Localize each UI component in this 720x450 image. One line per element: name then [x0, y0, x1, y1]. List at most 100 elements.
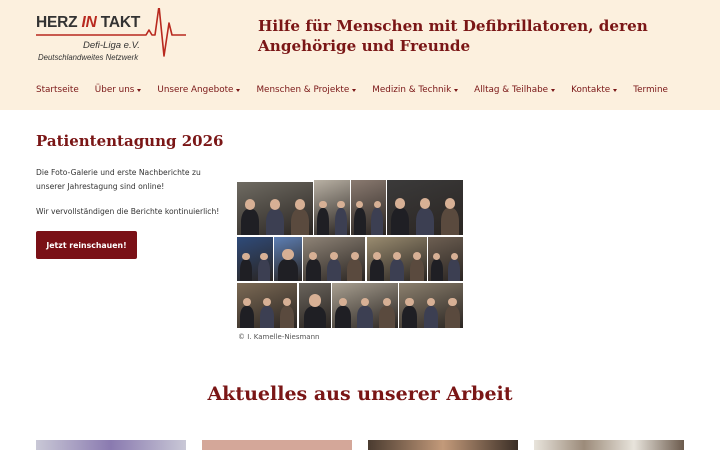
nav-item-medizin-technik[interactable]: Medizin & Technik [372, 85, 459, 95]
person-head [350, 251, 359, 260]
person-silhouette [239, 259, 253, 281]
logo-subtitle: Defi-Liga e.V. [83, 40, 140, 51]
person-head [295, 199, 306, 210]
logo-wordmark: HERZ IN TAKT [36, 14, 141, 31]
gallery-photo[interactable] [428, 237, 463, 281]
person-silhouette [448, 259, 461, 281]
person-silhouette [335, 305, 351, 328]
site-tagline: Hilfe für Menschen mit Defibrillatoren, … [258, 17, 648, 55]
person-silhouette [347, 259, 362, 281]
person-silhouette [266, 208, 284, 235]
feature-text: Die Foto-Galerie und erste Nachberichte … [36, 168, 201, 191]
person-silhouette [444, 305, 460, 328]
nav-item-termine[interactable]: Termine [633, 85, 668, 95]
gallery-photo[interactable] [274, 237, 302, 281]
person-silhouette [416, 207, 434, 235]
person-silhouette [257, 259, 271, 281]
person-silhouette [240, 305, 254, 328]
gallery-photo[interactable] [387, 180, 463, 235]
nav-item-label: Termine [633, 85, 668, 95]
nav-item-über-uns[interactable]: Über uns [95, 85, 142, 95]
person-head [360, 297, 370, 307]
site-logo[interactable]: HERZ IN TAKT Defi-Liga e.V. Deutschlandw… [36, 8, 192, 66]
person-head [338, 297, 348, 307]
person-silhouette [260, 305, 274, 328]
photo-gallery[interactable] [237, 180, 463, 328]
person-silhouette [371, 207, 384, 235]
gallery-photo[interactable] [299, 283, 331, 328]
person-silhouette [423, 305, 439, 328]
person-head [263, 298, 271, 307]
caret-down-icon [352, 88, 357, 92]
news-section-title: Aktuelles aus unserer Arbeit [207, 383, 513, 405]
person-silhouette [240, 208, 259, 235]
person-silhouette [326, 259, 342, 281]
person-head [373, 201, 381, 209]
main-navigation: Startseite Über uns Unsere Angebote Mensche… [36, 82, 684, 98]
person-silhouette [280, 305, 294, 328]
gallery-photo[interactable] [367, 237, 427, 281]
caret-down-icon [236, 88, 241, 92]
feature-note: Wir vervollständigen die Berichte kontin… [36, 207, 220, 216]
person-head [394, 198, 405, 209]
news-card-image[interactable] [36, 440, 186, 450]
nav-item-unsere-angebote[interactable]: Unsere Angebote [157, 85, 241, 95]
person-silhouette [370, 259, 384, 281]
nav-item-startseite[interactable]: Startseite [36, 85, 79, 95]
person-silhouette [402, 305, 418, 328]
news-card-image[interactable] [202, 440, 352, 450]
view-gallery-button[interactable]: Jetzt reinschauen! [36, 231, 137, 259]
person-head [373, 251, 381, 260]
gallery-photo[interactable] [332, 283, 398, 328]
gallery-photo[interactable] [399, 283, 463, 328]
nav-item-label: Startseite [36, 85, 79, 95]
nav-item-alltag-teilhabe[interactable]: Alltag & Teilhabe [474, 85, 556, 95]
person-head [448, 297, 457, 307]
person-head [393, 251, 401, 260]
gallery-photo[interactable] [351, 180, 386, 235]
person-head [337, 201, 345, 209]
caret-down-icon [613, 88, 618, 92]
person-head [282, 248, 294, 261]
gallery-photo[interactable] [237, 182, 313, 235]
nav-item-label: Menschen & Projekte [256, 85, 350, 95]
person-head [382, 297, 392, 307]
news-card-image[interactable] [534, 440, 684, 450]
site-header: HERZ IN TAKT Defi-Liga e.V. Deutschlandw… [0, 0, 720, 110]
person-head [450, 252, 458, 260]
person-head [269, 199, 281, 210]
person-silhouette [316, 207, 330, 235]
nav-item-label: Medizin & Technik [372, 85, 452, 95]
caret-down-icon [551, 88, 556, 92]
person-silhouette [390, 207, 409, 235]
gallery-photo[interactable] [303, 237, 365, 281]
gallery-photo[interactable] [314, 180, 350, 235]
person-silhouette [379, 305, 395, 328]
person-head [260, 252, 268, 260]
gallery-photo[interactable] [237, 283, 297, 328]
gallery-photo[interactable] [237, 237, 273, 281]
news-card-image[interactable] [368, 440, 518, 450]
person-head [283, 298, 291, 307]
person-silhouette [291, 208, 310, 235]
nav-item-label: Unsere Angebote [157, 85, 234, 95]
person-head [329, 251, 339, 260]
person-head [433, 252, 441, 260]
nav-item-label: Über uns [94, 85, 135, 95]
person-silhouette [441, 207, 460, 235]
person-head [413, 251, 421, 260]
person-head [243, 298, 251, 307]
nav-item-kontakte[interactable]: Kontakte [571, 85, 618, 95]
person-head [445, 198, 456, 209]
person-silhouette [353, 207, 366, 235]
person-head [419, 198, 431, 209]
person-silhouette [306, 259, 321, 281]
person-head [356, 201, 364, 209]
person-head [319, 201, 327, 209]
photo-credit: © I. Kamelle-Niesmann [238, 333, 320, 341]
nav-item-menschen-projekte[interactable]: Menschen & Projekte [256, 85, 357, 95]
person-head [308, 293, 322, 307]
logo-network: Deutschlandweites Netzwerk [38, 53, 139, 62]
person-silhouette [410, 259, 424, 281]
caret-down-icon [454, 88, 459, 92]
